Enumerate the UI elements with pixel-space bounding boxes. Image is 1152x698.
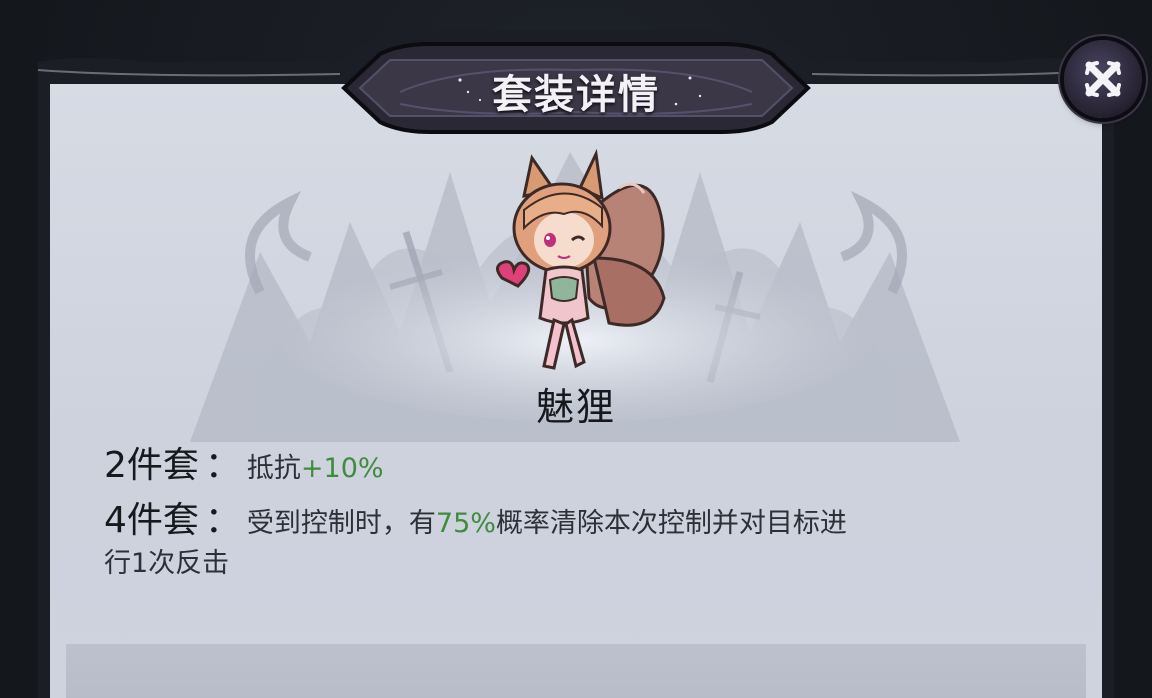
bonus-text: 受到控制时，有 [246, 508, 436, 539]
bonus-highlight-value: 75% [435, 508, 496, 539]
set-bonus-list: 2件套：抵抗+10% 4件套：受到控制时，有75%概率清除本次控制并对目标进 行… [104, 440, 1064, 582]
bonus-text: 抵抗 [246, 453, 301, 484]
fox-girl-portrait-icon [496, 148, 666, 370]
set-details-dialog: 套装详情 魅狸 2件套：抵抗+10% 4件套 ： 受到控制时，有75%概率清除本… [0, 0, 1152, 698]
set-name: 魅狸 [535, 385, 616, 429]
bonus-label: 2件套 [104, 445, 199, 486]
bottom-content-area [66, 644, 1086, 698]
bonus-text-continued: 概率清除本次控制并对目标进 [495, 508, 847, 539]
close-x-icon [1085, 61, 1121, 97]
dialog-title: 套装详情 [492, 71, 660, 118]
close-button[interactable] [1064, 40, 1142, 118]
title-banner: 套装详情 [352, 52, 800, 126]
set-bonus-4pc: 4件套：受到控制时，有75%概率清除本次控制并对目标进 [104, 495, 1064, 550]
bonus-label: 4件套 [104, 500, 199, 541]
set-bonus-4pc-line2: 行1次反击 [104, 548, 230, 579]
bonus-highlight-value: +10% [300, 453, 384, 484]
bonus-separator: ： [204, 500, 241, 541]
set-bonus-2pc: 2件套：抵抗+10% [104, 440, 1064, 495]
bonus-separator: ： [204, 445, 241, 486]
